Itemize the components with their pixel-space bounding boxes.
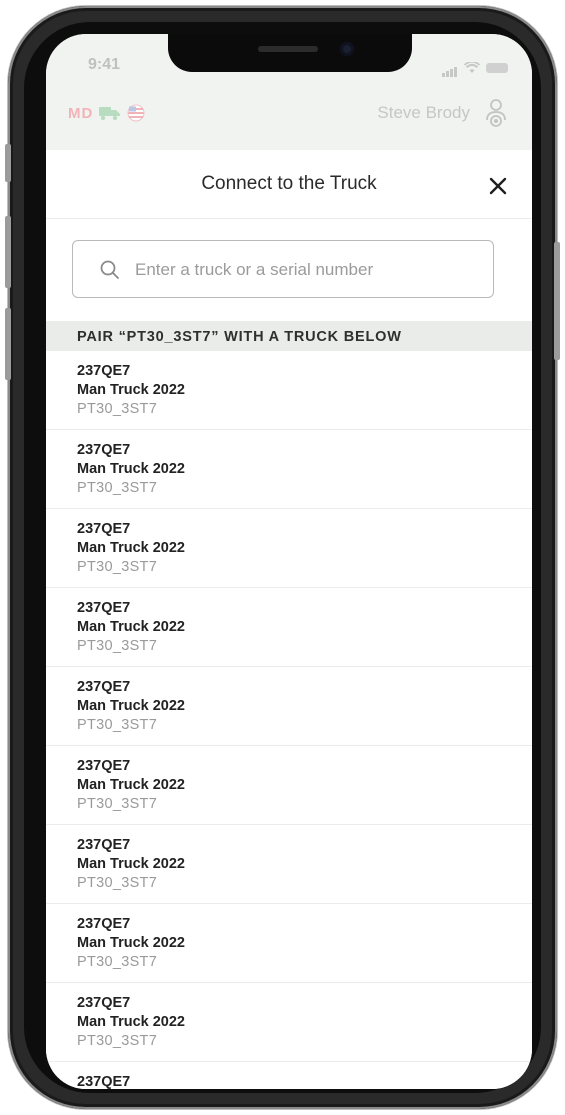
divider — [46, 218, 532, 219]
truck-code: 237QE7 — [77, 995, 131, 1011]
truck-code: 237QE7 — [77, 837, 131, 853]
truck-code: 237QE7 — [77, 679, 131, 695]
truck-list-item[interactable]: 237QE7 Man Truck 2022 PT30_3ST7 — [46, 667, 532, 746]
truck-serial: PT30_3ST7 — [77, 638, 158, 654]
truck-list: 237QE7 Man Truck 2022 PT30_3ST7 237QE7 Man T… — [46, 351, 532, 1089]
truck-list-item[interactable]: 237QE7 Man Truck 2022 PT30_3ST7 — [46, 588, 532, 667]
section-header: PAIR “PT30_3ST7” WITH A TRUCK BELOW — [46, 321, 532, 351]
status-time: 9:41 — [88, 56, 121, 73]
speaker-grille — [258, 46, 318, 52]
camera-icon — [340, 42, 354, 56]
sheet-title: Connect to the Truck — [201, 173, 377, 194]
power-button — [554, 242, 560, 360]
truck-model: Man Truck 2022 — [77, 856, 185, 872]
close-icon[interactable] — [488, 176, 508, 196]
truck-serial: PT30_3ST7 — [77, 480, 158, 496]
user-avatar-icon[interactable] — [484, 98, 508, 130]
truck-serial: PT30_3ST7 — [77, 1033, 158, 1049]
truck-model: Man Truck 2022 — [77, 619, 185, 635]
app-brand: MD — [68, 104, 145, 122]
notch — [168, 34, 412, 72]
mute-switch — [5, 144, 11, 182]
truck-list-item[interactable]: 237QE7 Man Truck 2022 PT30_3ST7 — [46, 746, 532, 825]
app-logo: MD — [68, 104, 94, 122]
truck-model: Man Truck 2022 — [77, 382, 185, 398]
battery-icon — [486, 62, 508, 73]
user-name[interactable]: Steve Brody — [377, 103, 470, 123]
truck-list-item[interactable]: 237QE7 Man Truck 2022 PT30_3ST7 — [46, 904, 532, 983]
truck-model: Man Truck 2022 — [77, 698, 185, 714]
status-icons — [442, 58, 508, 77]
signal-icon — [442, 58, 458, 77]
phone-screen: 9:41 MD Steve Brody Connect to the Truck… — [46, 34, 532, 1089]
wifi-icon — [464, 61, 480, 73]
truck-model: Man Truck 2022 — [77, 935, 185, 951]
truck-list-item[interactable]: 237QE7 Man Truck 2022 PT30_3ST7 — [46, 983, 532, 1062]
volume-down-button — [5, 308, 11, 380]
truck-code: 237QE7 — [77, 758, 131, 774]
search-icon — [100, 260, 119, 279]
truck-model: Man Truck 2022 — [77, 1014, 185, 1030]
search-input[interactable] — [133, 253, 477, 287]
truck-model: Man Truck 2022 — [77, 777, 185, 793]
truck-model: Man Truck 2022 — [77, 461, 185, 477]
truck-code: 237QE7 — [77, 363, 131, 379]
truck-list-item[interactable]: 237QE7 Man Truck 2022 PT30_3ST7 — [46, 509, 532, 588]
us-flag-icon — [127, 104, 145, 122]
truck-code: 237QE7 — [77, 521, 131, 537]
volume-up-button — [5, 216, 11, 288]
truck-code: 237QE7 — [77, 600, 131, 616]
connect-truck-sheet: Connect to the Truck PAIR “PT30_3ST7” WI… — [46, 150, 532, 1089]
truck-list-item[interactable]: 237QE7 Man Truck 2022 PT30_3ST7 — [46, 430, 532, 509]
truck-serial: PT30_3ST7 — [77, 875, 158, 891]
truck-code: 237QE7 — [77, 916, 131, 932]
truck-code: 237QE7 — [77, 442, 131, 458]
truck-serial: PT30_3ST7 — [77, 717, 158, 733]
truck-code: 237QE7 — [77, 1074, 131, 1089]
truck-list-item[interactable]: 237QE7 Man Truck 2022 PT30_3ST7 — [46, 351, 532, 430]
truck-model: Man Truck 2022 — [77, 540, 185, 556]
truck-icon — [99, 107, 121, 121]
truck-serial: PT30_3ST7 — [77, 954, 158, 970]
truck-serial: PT30_3ST7 — [77, 401, 158, 417]
truck-list-item[interactable]: 237QE7Man Truck 2022PT30_3ST7 — [46, 1062, 532, 1089]
truck-list-item[interactable]: 237QE7 Man Truck 2022 PT30_3ST7 — [46, 825, 532, 904]
search-box[interactable] — [72, 240, 494, 298]
truck-serial: PT30_3ST7 — [77, 796, 158, 812]
truck-serial: PT30_3ST7 — [77, 559, 158, 575]
